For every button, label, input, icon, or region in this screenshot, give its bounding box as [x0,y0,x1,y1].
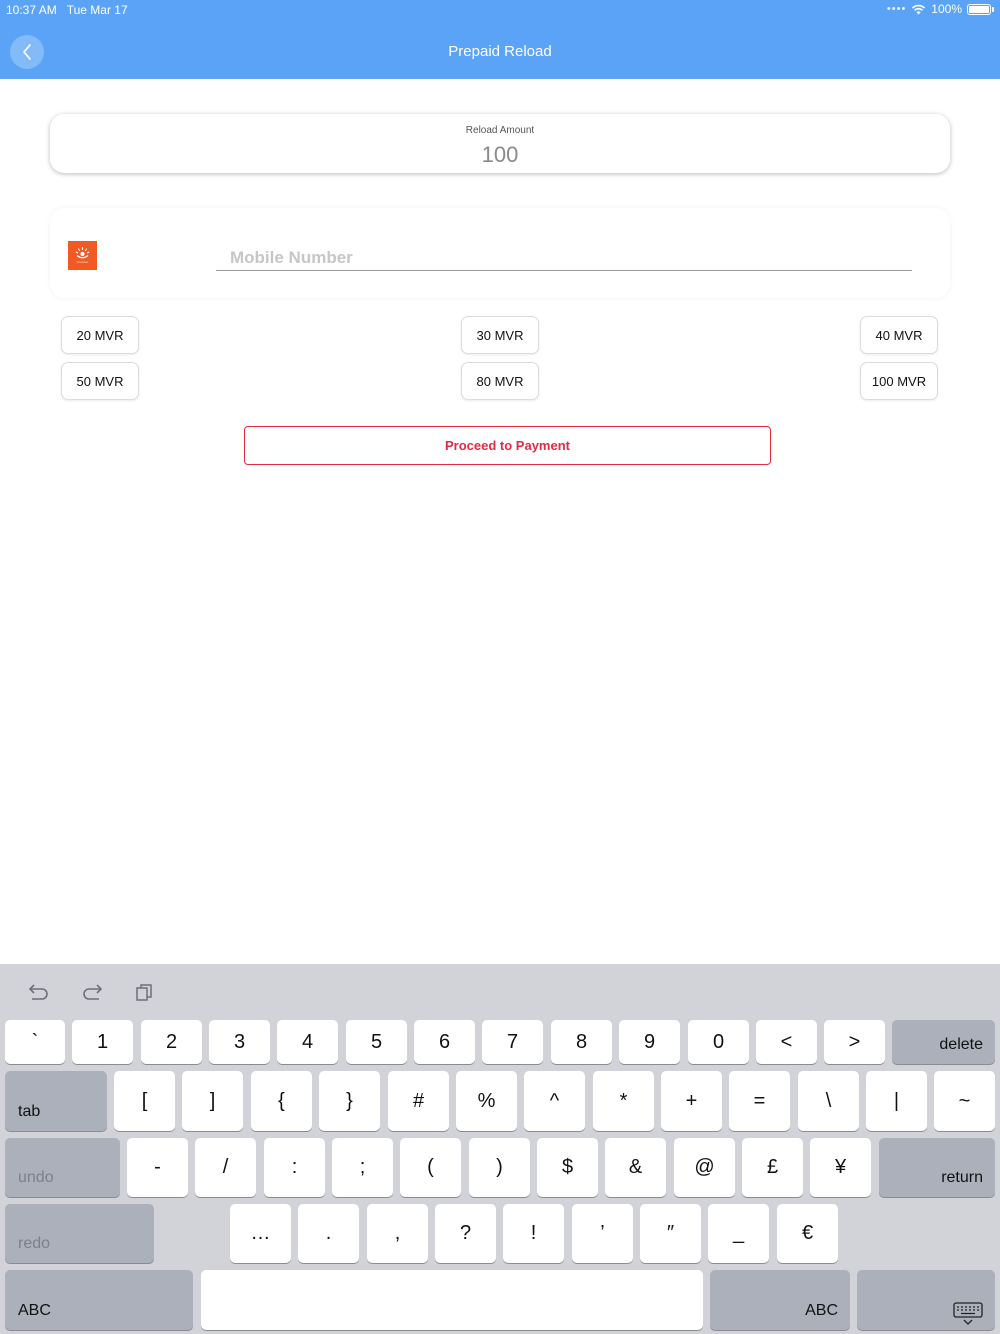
key-dismiss-keyboard[interactable] [857,1270,995,1330]
operator-logo-text: Ooredoo [76,260,89,264]
reload-amount-value[interactable]: 100 [50,142,950,168]
key-pound[interactable]: £ [742,1138,803,1197]
amount-chip-100[interactable]: 100 MVR [860,362,938,400]
key-apostrophe[interactable]: ’ [572,1204,633,1263]
key-period[interactable]: . [298,1204,359,1263]
key-undo[interactable]: undo [5,1138,120,1197]
reload-amount-card[interactable]: Reload Amount 100 [50,114,950,173]
redo-icon[interactable] [78,978,106,1006]
key-underscore[interactable]: _ [708,1204,769,1263]
key-2[interactable]: 2 [141,1020,202,1064]
key-slash[interactable]: / [195,1138,256,1197]
key-open-bracket[interactable]: [ [114,1071,175,1131]
key-hyphen[interactable]: - [127,1138,188,1197]
key-percent[interactable]: % [456,1071,517,1131]
key-semicolon[interactable]: ; [332,1138,393,1197]
undo-icon[interactable] [25,978,53,1006]
key-ellipsis[interactable]: … [230,1204,291,1263]
key-7[interactable]: 7 [482,1020,543,1064]
mobile-number-input[interactable] [216,242,912,271]
key-ampersand[interactable]: & [605,1138,666,1197]
battery-tip [992,6,994,12]
key-euro[interactable]: € [777,1204,838,1263]
ooredoo-logo-icon [75,247,90,259]
key-at[interactable]: @ [674,1138,735,1197]
amount-chip-80[interactable]: 80 MVR [461,362,539,400]
amount-chip-50[interactable]: 50 MVR [61,362,139,400]
key-yen[interactable]: ¥ [810,1138,871,1197]
key-equals[interactable]: = [729,1071,790,1131]
battery-icon [967,3,991,15]
paste-icon[interactable] [130,978,158,1006]
key-double-quote[interactable]: ″ [640,1204,701,1263]
on-screen-keyboard: ` 1 2 3 4 5 6 7 8 9 0 < > delete tab [ ]… [0,964,1000,1334]
key-exclamation[interactable]: ! [503,1204,564,1263]
key-abc-right[interactable]: ABC [710,1270,850,1330]
key-pipe[interactable]: | [866,1071,927,1131]
key-6[interactable]: 6 [414,1020,475,1064]
amount-chip-20[interactable]: 20 MVR [61,316,139,354]
wifi-icon [912,4,926,14]
reload-amount-label: Reload Amount [465,125,535,136]
navigation-bar: 10:37 AM Tue Mar 17 •••• 100% Prepaid Rel… [0,0,1000,79]
amount-chip-40[interactable]: 40 MVR [860,316,938,354]
status-time: 10:37 AM [6,3,57,17]
key-5[interactable]: 5 [346,1020,407,1064]
key-comma[interactable]: , [367,1204,428,1263]
key-tilde[interactable]: ~ [934,1071,995,1131]
key-hash[interactable]: # [388,1071,449,1131]
key-colon[interactable]: : [264,1138,325,1197]
key-close-bracket[interactable]: ] [182,1071,243,1131]
key-tab[interactable]: tab [5,1071,107,1131]
status-bar-right: •••• 100% [887,2,994,16]
key-delete[interactable]: delete [892,1020,995,1064]
key-close-brace[interactable]: } [319,1071,380,1131]
key-asterisk[interactable]: * [593,1071,654,1131]
key-space[interactable] [201,1270,703,1330]
key-backtick[interactable]: ` [5,1020,65,1064]
key-abc-left[interactable]: ABC [5,1270,193,1330]
key-8[interactable]: 8 [551,1020,612,1064]
amount-chip-30[interactable]: 30 MVR [461,316,539,354]
key-redo[interactable]: redo [5,1204,154,1263]
key-dollar[interactable]: $ [537,1138,598,1197]
key-open-paren[interactable]: ( [400,1138,461,1197]
key-caret[interactable]: ^ [524,1071,585,1131]
key-question[interactable]: ? [435,1204,496,1263]
key-less-than[interactable]: < [756,1020,817,1064]
operator-logo: Ooredoo [68,241,97,270]
page-title: Prepaid Reload [448,43,552,60]
key-backslash[interactable]: \ [798,1071,859,1131]
keyboard-dismiss-icon [953,1302,983,1325]
key-return[interactable]: return [879,1138,995,1197]
status-date: Tue Mar 17 [66,3,128,17]
key-open-brace[interactable]: { [251,1071,312,1131]
key-close-paren[interactable]: ) [469,1138,530,1197]
key-0[interactable]: 0 [688,1020,749,1064]
battery-percent: 100% [931,2,962,16]
key-greater-than[interactable]: > [824,1020,885,1064]
key-1[interactable]: 1 [72,1020,133,1064]
key-plus[interactable]: + [661,1071,722,1131]
cellular-signal-icon: •••• [886,3,907,15]
key-3[interactable]: 3 [209,1020,270,1064]
proceed-to-payment-button[interactable]: Proceed to Payment [244,426,771,465]
status-bar-left: 10:37 AM Tue Mar 17 [6,3,128,17]
key-9[interactable]: 9 [619,1020,680,1064]
key-4[interactable]: 4 [277,1020,338,1064]
